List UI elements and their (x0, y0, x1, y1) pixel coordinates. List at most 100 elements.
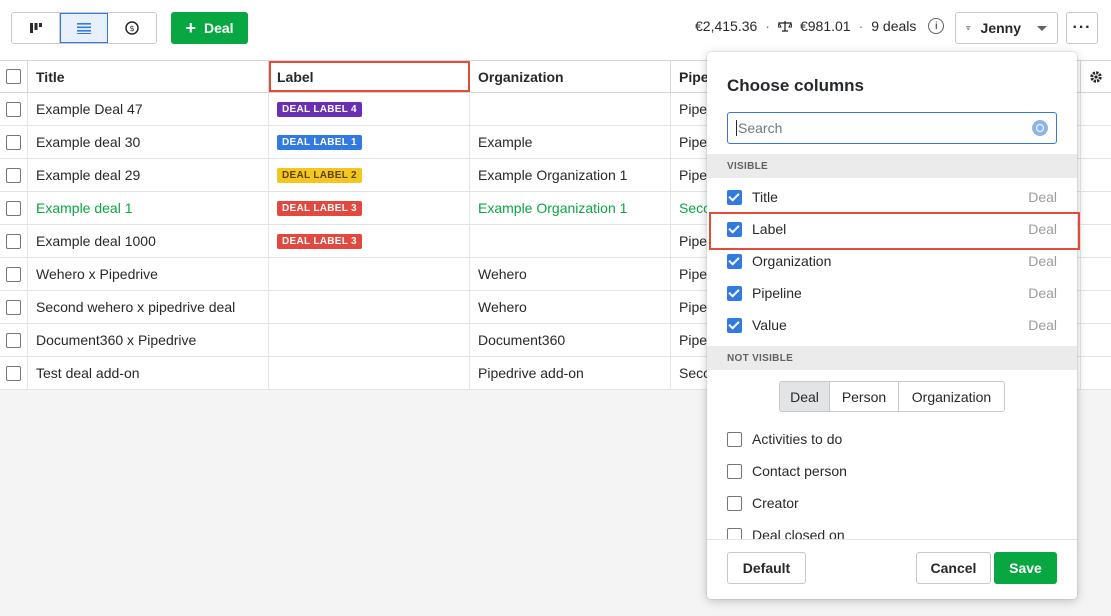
column-checkbox-unchecked[interactable] (727, 495, 742, 511)
column-header-title[interactable]: Title (28, 61, 269, 92)
row-checkbox[interactable] (6, 266, 21, 282)
hidden-column-item[interactable]: Activities to do (707, 423, 1077, 455)
column-name: Creator (752, 495, 799, 511)
filter-label: Jenny (980, 20, 1021, 36)
deal-label-cell[interactable]: DEAL LABEL 2 (269, 159, 470, 191)
column-name: Activities to do (752, 431, 843, 447)
column-settings-button[interactable] (1081, 61, 1111, 92)
visible-column-item[interactable]: Pipeline Deal (707, 277, 1077, 309)
not-visible-columns-list: Activities to do Contact person Creator … (707, 423, 1077, 539)
pipeline-view-button[interactable] (12, 13, 60, 43)
row-select-cell (0, 93, 28, 125)
deal-organization-cell[interactable]: Example Organization 1 (470, 159, 671, 191)
column-checkbox-checked[interactable] (727, 253, 742, 269)
summary-separator: · (858, 18, 864, 34)
deal-label-cell[interactable] (269, 291, 470, 323)
entity-tabs: Deal Person Organization (779, 381, 1005, 412)
choose-columns-panel: Choose columns Search VISIBLE Title Deal… (707, 52, 1080, 599)
select-all-cell (0, 61, 28, 92)
deal-organization-cell[interactable]: Example Organization 1 (470, 192, 671, 224)
deal-label-cell[interactable] (269, 258, 470, 290)
summary-separator: · (765, 18, 770, 34)
deal-organization-cell[interactable]: Wehero (470, 291, 671, 323)
column-name: Organization (752, 253, 832, 269)
deal-title-cell[interactable]: Example Deal 47 (28, 93, 269, 125)
deal-label-cell[interactable]: DEAL LABEL 1 (269, 126, 470, 158)
hidden-column-item[interactable]: Deal closed on (707, 519, 1077, 539)
deal-title-cell[interactable]: Test deal add-on (28, 357, 269, 389)
visible-column-item[interactable]: Value Deal (707, 309, 1077, 341)
column-checkbox-unchecked[interactable] (727, 431, 742, 447)
forecast-view-button[interactable]: $ (108, 13, 156, 43)
row-checkbox[interactable] (6, 299, 21, 315)
label-row-highlight (709, 212, 1080, 250)
row-checkbox[interactable] (6, 134, 21, 150)
deal-organization-cell[interactable]: Example (470, 126, 671, 158)
deal-label-cell[interactable] (269, 324, 470, 356)
deal-organization-cell[interactable] (470, 225, 671, 257)
column-name: Title (752, 189, 778, 205)
search-icon (1032, 120, 1048, 136)
row-select-cell (0, 291, 28, 323)
search-placeholder: Search (736, 120, 1032, 136)
list-view-button[interactable] (60, 13, 108, 43)
row-checkbox[interactable] (6, 365, 21, 381)
not-visible-section-heading: NOT VISIBLE (707, 346, 1077, 370)
deal-organization-cell[interactable] (470, 93, 671, 125)
deal-label-cell[interactable]: DEAL LABEL 3 (269, 225, 470, 257)
deal-title-cell[interactable]: Example deal 29 (28, 159, 269, 191)
default-button[interactable]: Default (727, 552, 806, 584)
column-type: Deal (1028, 253, 1057, 269)
cancel-button[interactable]: Cancel (916, 552, 991, 584)
row-checkbox[interactable] (6, 200, 21, 216)
deal-label-cell[interactable]: DEAL LABEL 4 (269, 93, 470, 125)
deal-title-cell[interactable]: Example deal 1 (28, 192, 269, 224)
column-checkbox-unchecked[interactable] (727, 463, 742, 479)
save-button[interactable]: Save (994, 552, 1057, 584)
deal-label-cell[interactable]: DEAL LABEL 3 (269, 192, 470, 224)
deal-organization-cell[interactable]: Pipedrive add-on (470, 357, 671, 389)
more-actions-button[interactable]: ··· (1066, 12, 1098, 44)
tab-person[interactable]: Person (830, 382, 899, 411)
deal-title-cell[interactable]: Example deal 30 (28, 126, 269, 158)
column-header-organization[interactable]: Organization (470, 61, 671, 92)
select-all-checkbox[interactable] (6, 69, 21, 84)
deal-title-cell[interactable]: Second wehero x pipedrive deal (28, 291, 269, 323)
deal-label-badge: DEAL LABEL 2 (277, 167, 362, 183)
add-deal-button[interactable]: + Deal (171, 12, 248, 44)
summary-total-value: €2,415.36 (695, 18, 758, 34)
deal-label-badge: DEAL LABEL 3 (277, 200, 362, 216)
hidden-column-item[interactable]: Contact person (707, 455, 1077, 487)
tab-deal[interactable]: Deal (780, 382, 830, 411)
row-checkbox[interactable] (6, 101, 21, 117)
column-header-label[interactable]: Label (269, 61, 470, 92)
deal-title-cell[interactable]: Example deal 1000 (28, 225, 269, 257)
deal-label-cell[interactable] (269, 357, 470, 389)
deal-title-cell[interactable]: Wehero x Pipedrive (28, 258, 269, 290)
deal-organization-cell[interactable]: Wehero (470, 258, 671, 290)
column-type: Deal (1028, 189, 1057, 205)
panel-footer: Default Cancel Save (707, 539, 1077, 599)
column-search-input[interactable]: Search (727, 112, 1057, 144)
deal-title-cell[interactable]: Document360 x Pipedrive (28, 324, 269, 356)
row-checkbox[interactable] (6, 332, 21, 348)
row-spacer-cell (1081, 225, 1111, 257)
forecast-view-icon: $ (125, 21, 139, 35)
summary-deal-count: 9 deals (871, 18, 917, 34)
hidden-column-item[interactable]: Creator (707, 487, 1077, 519)
row-spacer-cell (1081, 357, 1111, 389)
column-checkbox-checked[interactable] (727, 317, 742, 333)
row-checkbox[interactable] (6, 167, 21, 183)
visible-column-item[interactable]: Title Deal (707, 181, 1077, 213)
row-select-cell (0, 126, 28, 158)
column-checkbox-unchecked[interactable] (727, 527, 742, 539)
column-checkbox-checked[interactable] (727, 285, 742, 301)
tab-organization[interactable]: Organization (899, 382, 1004, 411)
row-spacer-cell (1081, 192, 1111, 224)
deal-organization-cell[interactable]: Document360 (470, 324, 671, 356)
info-icon[interactable]: i (928, 18, 945, 34)
column-checkbox-checked[interactable] (727, 189, 742, 205)
column-name: Deal closed on (752, 527, 845, 539)
filter-button[interactable]: Jenny (955, 12, 1058, 44)
row-checkbox[interactable] (6, 233, 21, 249)
